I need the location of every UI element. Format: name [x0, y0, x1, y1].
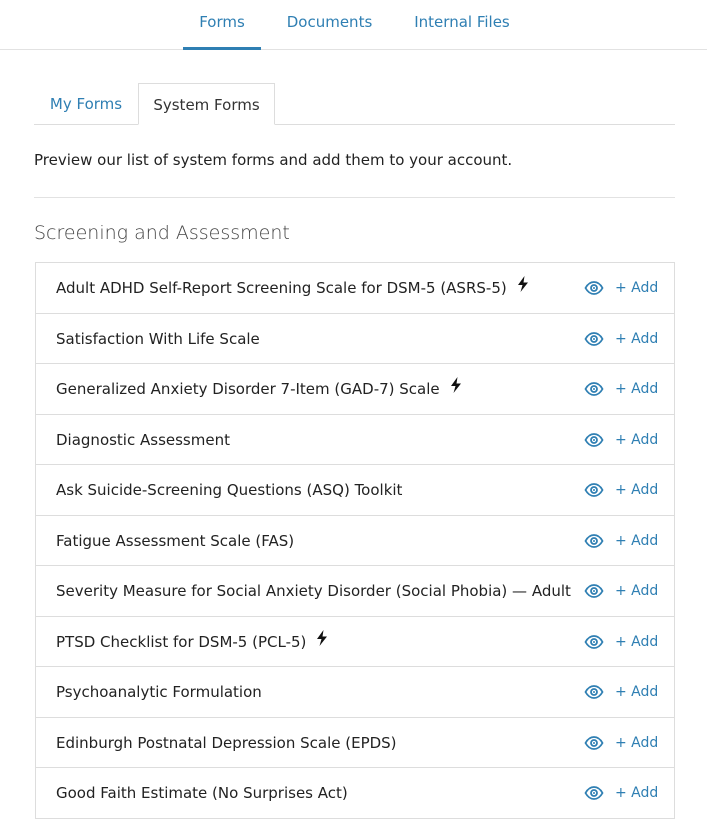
- form-row: Diagnostic Assessment + Add: [36, 415, 674, 465]
- add-form-button[interactable]: + Add: [615, 566, 658, 616]
- add-form-button[interactable]: + Add: [615, 617, 658, 667]
- lightning-bolt-icon: [450, 363, 462, 413]
- lightning-bolt-icon: [517, 262, 529, 312]
- add-form-button[interactable]: + Add: [615, 667, 658, 717]
- form-name-label: Psychoanalytic Formulation: [56, 683, 262, 701]
- form-name: Satisfaction With Life Scale: [56, 314, 260, 364]
- form-row: Edinburgh Postnatal Depression Scale (EP…: [36, 718, 674, 768]
- add-form-button[interactable]: + Add: [615, 364, 658, 414]
- form-name-label: Satisfaction With Life Scale: [56, 329, 260, 348]
- add-form-button[interactable]: + Add: [615, 465, 658, 515]
- preview-eye-icon[interactable]: [584, 532, 604, 550]
- form-name: Edinburgh Postnatal Depression Scale (EP…: [56, 718, 397, 768]
- preview-eye-icon[interactable]: [584, 481, 604, 499]
- forms-subtabs: My Forms System Forms: [34, 83, 675, 125]
- form-name: Psychoanalytic Formulation: [56, 667, 262, 717]
- preview-eye-icon[interactable]: [584, 380, 604, 398]
- preview-eye-icon[interactable]: [584, 279, 604, 297]
- add-form-button[interactable]: + Add: [615, 415, 658, 465]
- form-name-label: Severity Measure for Social Anxiety Diso…: [56, 582, 571, 600]
- form-row: Psychoanalytic Formulation + Add: [36, 667, 674, 718]
- subtab-system-forms[interactable]: System Forms: [138, 83, 275, 125]
- form-name: Good Faith Estimate (No Surprises Act): [56, 768, 348, 818]
- form-name: Ask Suicide-Screening Questions (ASQ) To…: [56, 465, 402, 515]
- form-row: Adult ADHD Self-Report Screening Scale f…: [36, 263, 674, 314]
- form-row: Satisfaction With Life Scale + Add: [36, 314, 674, 364]
- subtab-my-forms[interactable]: My Forms: [34, 83, 138, 125]
- preview-eye-icon[interactable]: [584, 582, 604, 600]
- preview-eye-icon[interactable]: [584, 633, 604, 651]
- tab-forms[interactable]: Forms: [183, 0, 261, 50]
- form-name: Diagnostic Assessment: [56, 415, 230, 465]
- preview-eye-icon[interactable]: [584, 683, 604, 701]
- form-name: Adult ADHD Self-Report Screening Scale f…: [56, 263, 529, 313]
- form-name: Severity Measure for Social Anxiety Diso…: [56, 566, 571, 616]
- top-navigation: Forms Documents Internal Files: [0, 0, 707, 50]
- form-name-label: Fatigue Assessment Scale (FAS): [56, 531, 295, 550]
- add-form-button[interactable]: + Add: [615, 263, 658, 313]
- preview-eye-icon[interactable]: [584, 784, 604, 802]
- preview-eye-icon[interactable]: [584, 431, 604, 449]
- form-row: Good Faith Estimate (No Surprises Act) + …: [36, 768, 674, 819]
- add-form-button[interactable]: + Add: [615, 516, 658, 566]
- form-row: Ask Suicide-Screening Questions (ASQ) To…: [36, 465, 674, 516]
- form-name-label: Adult ADHD Self-Report Screening Scale f…: [56, 279, 507, 297]
- preview-eye-icon[interactable]: [584, 734, 604, 752]
- form-name-label: Generalized Anxiety Disorder 7-Item (GAD…: [56, 380, 440, 398]
- form-name-label: Ask Suicide-Screening Questions (ASQ) To…: [56, 481, 403, 499]
- preview-eye-icon[interactable]: [584, 330, 604, 348]
- tab-documents[interactable]: Documents: [282, 0, 377, 50]
- form-row: Fatigue Assessment Scale (FAS) + Add: [36, 516, 674, 566]
- form-name: Fatigue Assessment Scale (FAS): [56, 516, 294, 566]
- form-row: PTSD Checklist for DSM-5 (PCL-5) + Add: [36, 617, 674, 667]
- add-form-button[interactable]: + Add: [615, 718, 658, 768]
- form-row: Generalized Anxiety Disorder 7-Item (GAD…: [36, 364, 674, 415]
- form-name: PTSD Checklist for DSM-5 (PCL-5): [56, 617, 328, 667]
- form-name-label: Diagnostic Assessment: [56, 430, 230, 449]
- form-row: Severity Measure for Social Anxiety Diso…: [36, 566, 674, 617]
- form-list: Adult ADHD Self-Report Screening Scale f…: [35, 262, 675, 819]
- add-form-button[interactable]: + Add: [615, 768, 658, 818]
- lightning-bolt-icon: [316, 616, 328, 666]
- tab-internal-files[interactable]: Internal Files: [408, 0, 516, 50]
- form-name: Generalized Anxiety Disorder 7-Item (GAD…: [56, 364, 462, 414]
- form-name-label: Edinburgh Postnatal Depression Scale (EP…: [56, 733, 397, 752]
- divider: [34, 197, 675, 198]
- form-name-label: PTSD Checklist for DSM-5 (PCL-5): [56, 632, 307, 651]
- form-name-label: Good Faith Estimate (No Surprises Act): [56, 784, 348, 802]
- intro-text: Preview our list of system forms and add…: [34, 151, 513, 169]
- add-form-button[interactable]: + Add: [615, 314, 658, 364]
- section-title: Screening and Assessment: [34, 222, 290, 244]
